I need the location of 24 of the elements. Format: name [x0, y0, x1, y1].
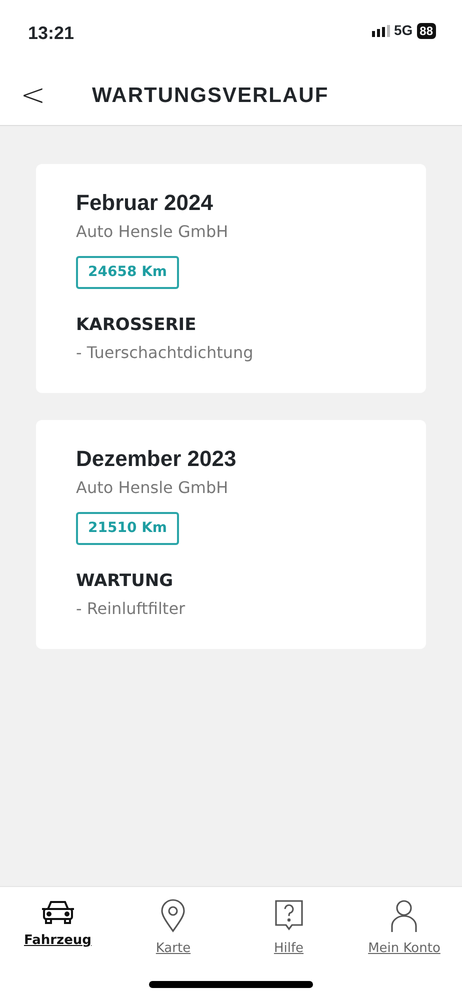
nav-tab[interactable]: Fahrzeug	[0, 899, 116, 1000]
service-date: Dezember 2023	[76, 446, 238, 472]
service-category: KAROSSERIE	[76, 314, 198, 338]
back-button[interactable]: <	[18, 80, 48, 110]
nav-tab[interactable]: Mein Konto	[346, 899, 462, 1000]
service-date: Februar 2024	[76, 190, 214, 216]
signal-icon	[372, 24, 390, 36]
battery-level: 88	[416, 22, 436, 38]
mileage-tag: 21510 Km	[76, 512, 180, 546]
service-item: - Tuerschachtdichtung	[76, 342, 254, 364]
workshop-name: Auto Hensle GmbH	[76, 477, 230, 500]
nav-tab[interactable]: Karte	[116, 899, 231, 1000]
service-item: - Reinluftfilter	[76, 598, 186, 620]
network-label: 5G	[394, 21, 413, 40]
help-icon	[274, 899, 304, 933]
car-icon	[40, 899, 75, 925]
workshop-name: Auto Hensle GmbH	[76, 221, 230, 244]
nav-tab[interactable]: Hilfe	[231, 899, 346, 1000]
service-category: WARTUNG	[76, 570, 174, 594]
location-pin-icon	[160, 899, 186, 933]
person-icon	[390, 899, 418, 933]
status-time: 13:21	[28, 22, 74, 45]
mileage-tag: 24658 Km	[76, 256, 180, 290]
page-title: WARTUNGSVERLAUF	[92, 82, 329, 109]
